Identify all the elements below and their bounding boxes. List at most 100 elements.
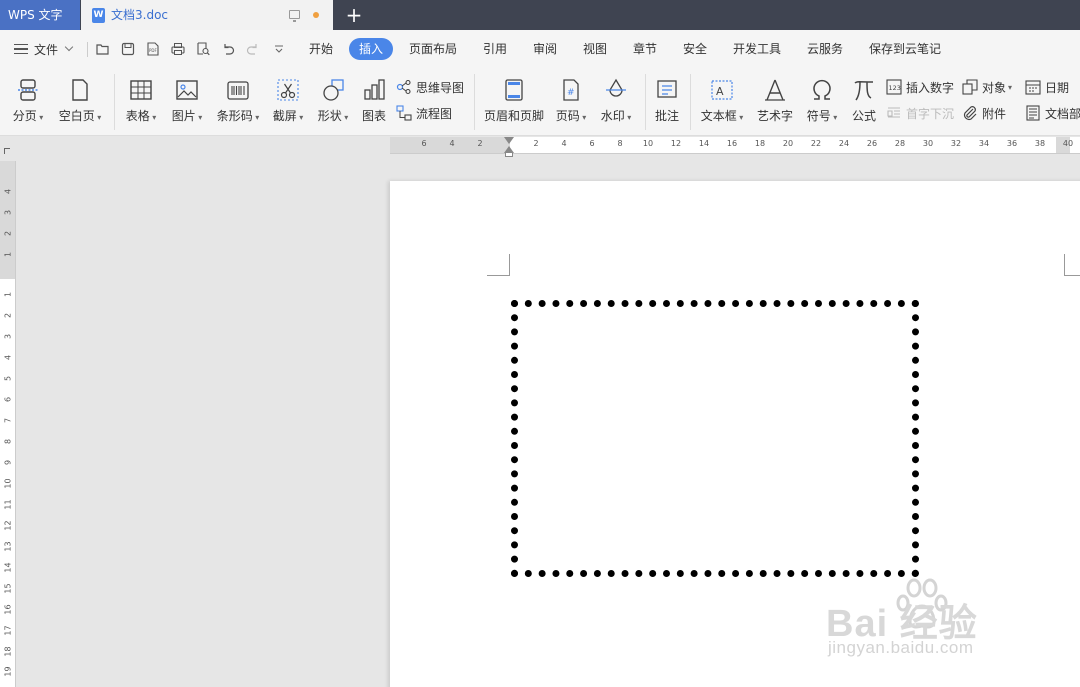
first-line-indent-handle[interactable] xyxy=(504,137,514,144)
comment-button[interactable]: 批注 xyxy=(650,68,684,136)
chevron-down-icon: ▾ xyxy=(1008,82,1013,92)
ruler-tick: 10 xyxy=(3,478,13,489)
ruler-tick: 4 xyxy=(3,188,13,195)
ruler-tick: 20 xyxy=(782,139,794,148)
ruler-tick: 2 xyxy=(3,230,13,237)
mind-map-button[interactable]: 思维导图 xyxy=(396,77,464,97)
ruler-tick: 17 xyxy=(3,625,13,636)
table-button[interactable]: 表格 xyxy=(120,68,162,136)
ruler-tick: 38 xyxy=(1034,139,1046,148)
drop-cap-button[interactable]: 首字下沉 xyxy=(886,103,954,123)
picture-button[interactable]: 图片 xyxy=(166,68,208,136)
ruler-tick: 4 xyxy=(561,139,567,148)
crop-mark-top-right xyxy=(1064,254,1080,276)
ruler-tick: 22 xyxy=(810,139,822,148)
word-art-button[interactable]: 艺术字 xyxy=(754,68,796,136)
symbol-button[interactable]: 符号 xyxy=(802,68,842,136)
ruler-tick: 12 xyxy=(670,139,682,148)
insert-number-button[interactable]: 123 插入数字 xyxy=(886,77,954,97)
header-footer-button[interactable]: 页眉和页脚 xyxy=(480,68,548,136)
tab-developer[interactable]: 开发工具 xyxy=(731,38,783,60)
title-bar: WPS 文字 W 文档3.doc + xyxy=(0,0,1080,30)
shapes-icon xyxy=(323,79,344,101)
tab-view[interactable]: 视图 xyxy=(581,38,609,60)
tab-page-layout[interactable]: 页面布局 xyxy=(407,38,459,60)
ruler-tick: 2 xyxy=(3,312,13,319)
ribbon-toolbar: 分页 空白页 表格 图片 条形码 截屏 形状 图表 思维导图 流程图 页眉和页脚 xyxy=(0,68,1080,136)
doc-parts-label: 文档部 xyxy=(1045,106,1080,121)
object-button[interactable]: 对象 ▾ xyxy=(962,77,1012,97)
monitor-icon[interactable] xyxy=(289,10,300,22)
tab-chapter[interactable]: 章节 xyxy=(631,38,659,60)
tab-stop-selector[interactable] xyxy=(4,148,10,154)
new-tab-button[interactable]: + xyxy=(344,3,364,27)
ruler-tick: 16 xyxy=(726,139,738,148)
barcode-label: 条形码 xyxy=(212,107,264,124)
baidu-jingyan-watermark: Bai 经验 jingyan.baidu.com xyxy=(826,572,1066,662)
file-menu-button[interactable]: 文件 xyxy=(14,40,74,58)
divider xyxy=(474,74,475,130)
left-indent-handle[interactable] xyxy=(505,152,513,157)
undo-icon[interactable] xyxy=(221,42,235,56)
dotted-border-rectangle[interactable] xyxy=(511,300,919,577)
text-box-button[interactable]: A 文本框 xyxy=(696,68,748,136)
watermark-icon xyxy=(606,78,626,97)
tab-cloud-service[interactable]: 云服务 xyxy=(805,38,845,60)
ruler-tick: 14 xyxy=(3,562,13,573)
date-button[interactable]: 日期 xyxy=(1025,77,1069,97)
drop-cap-label: 首字下沉 xyxy=(906,106,955,121)
save-icon[interactable] xyxy=(121,42,135,56)
attachment-button[interactable]: 附件 xyxy=(962,103,1006,123)
tab-start[interactable]: 开始 xyxy=(307,38,335,60)
barcode-icon xyxy=(227,81,249,100)
tab-references[interactable]: 引用 xyxy=(481,38,509,60)
ruler-tick: 6 xyxy=(589,139,595,148)
scissors-icon xyxy=(277,79,299,101)
barcode-button[interactable]: 条形码 xyxy=(212,68,264,136)
tab-review[interactable]: 审阅 xyxy=(531,38,559,60)
ruler-tick: 6 xyxy=(3,396,13,403)
shapes-label: 形状 xyxy=(312,107,354,124)
ruler-tick: 3 xyxy=(3,333,13,340)
vertical-ruler[interactable]: 4 3 2 1 1 2 3 4 5 6 7 8 9 10 11 12 13 14… xyxy=(0,161,16,687)
redo-icon[interactable] xyxy=(246,42,260,56)
tab-security[interactable]: 安全 xyxy=(681,38,709,60)
picture-label: 图片 xyxy=(166,107,208,124)
tab-save-to-cloud-notes[interactable]: 保存到云笔记 xyxy=(867,38,943,60)
document-tab[interactable]: W 文档3.doc xyxy=(81,0,333,30)
screenshot-button[interactable]: 截屏 xyxy=(268,68,308,136)
flowchart-button[interactable]: 流程图 xyxy=(396,103,452,123)
chevron-down-icon xyxy=(64,42,74,52)
page-break-button[interactable]: 分页 xyxy=(8,68,48,136)
unsaved-dot-icon[interactable] xyxy=(313,12,319,18)
ruler-tick: 26 xyxy=(866,139,878,148)
export-pdf-icon[interactable]: PDF xyxy=(146,42,160,56)
ruler-tick: 6 xyxy=(421,139,427,148)
ruler-tick: 5 xyxy=(3,375,13,382)
doc-parts-button[interactable]: 文档部 xyxy=(1025,103,1080,123)
watermark-label: 水印 xyxy=(596,107,636,124)
insert-number-label: 插入数字 xyxy=(906,80,955,95)
ruler-tick: 34 xyxy=(978,139,990,148)
ruler-tick: 2 xyxy=(477,139,483,148)
ruler-tick: 15 xyxy=(3,583,13,594)
page-number-button[interactable]: # 页码 xyxy=(552,68,590,136)
app-tab[interactable]: WPS 文字 xyxy=(0,0,80,30)
document-tab-label: 文档3.doc xyxy=(111,8,169,22)
horizontal-ruler[interactable]: 6 4 2 2 4 6 8 10 12 14 16 18 20 22 24 26… xyxy=(390,137,1080,157)
blank-page-button[interactable]: 空白页 xyxy=(54,68,106,136)
customize-toolbar-icon[interactable] xyxy=(272,42,286,56)
tab-insert[interactable]: 插入 xyxy=(349,38,394,60)
shapes-button[interactable]: 形状 xyxy=(312,68,354,136)
ruler-tick: 8 xyxy=(3,438,13,445)
formula-button[interactable]: 公式 xyxy=(848,68,880,136)
open-folder-icon[interactable] xyxy=(96,42,110,56)
header-footer-icon xyxy=(505,79,523,101)
print-icon[interactable] xyxy=(171,42,185,56)
ruler-tick: 32 xyxy=(950,139,962,148)
chart-button[interactable]: 图表 xyxy=(358,68,390,136)
print-preview-icon[interactable] xyxy=(196,42,210,56)
ruler-tick: 14 xyxy=(698,139,710,148)
watermark-button[interactable]: 水印 xyxy=(596,68,636,136)
calendar-icon xyxy=(1025,80,1041,95)
